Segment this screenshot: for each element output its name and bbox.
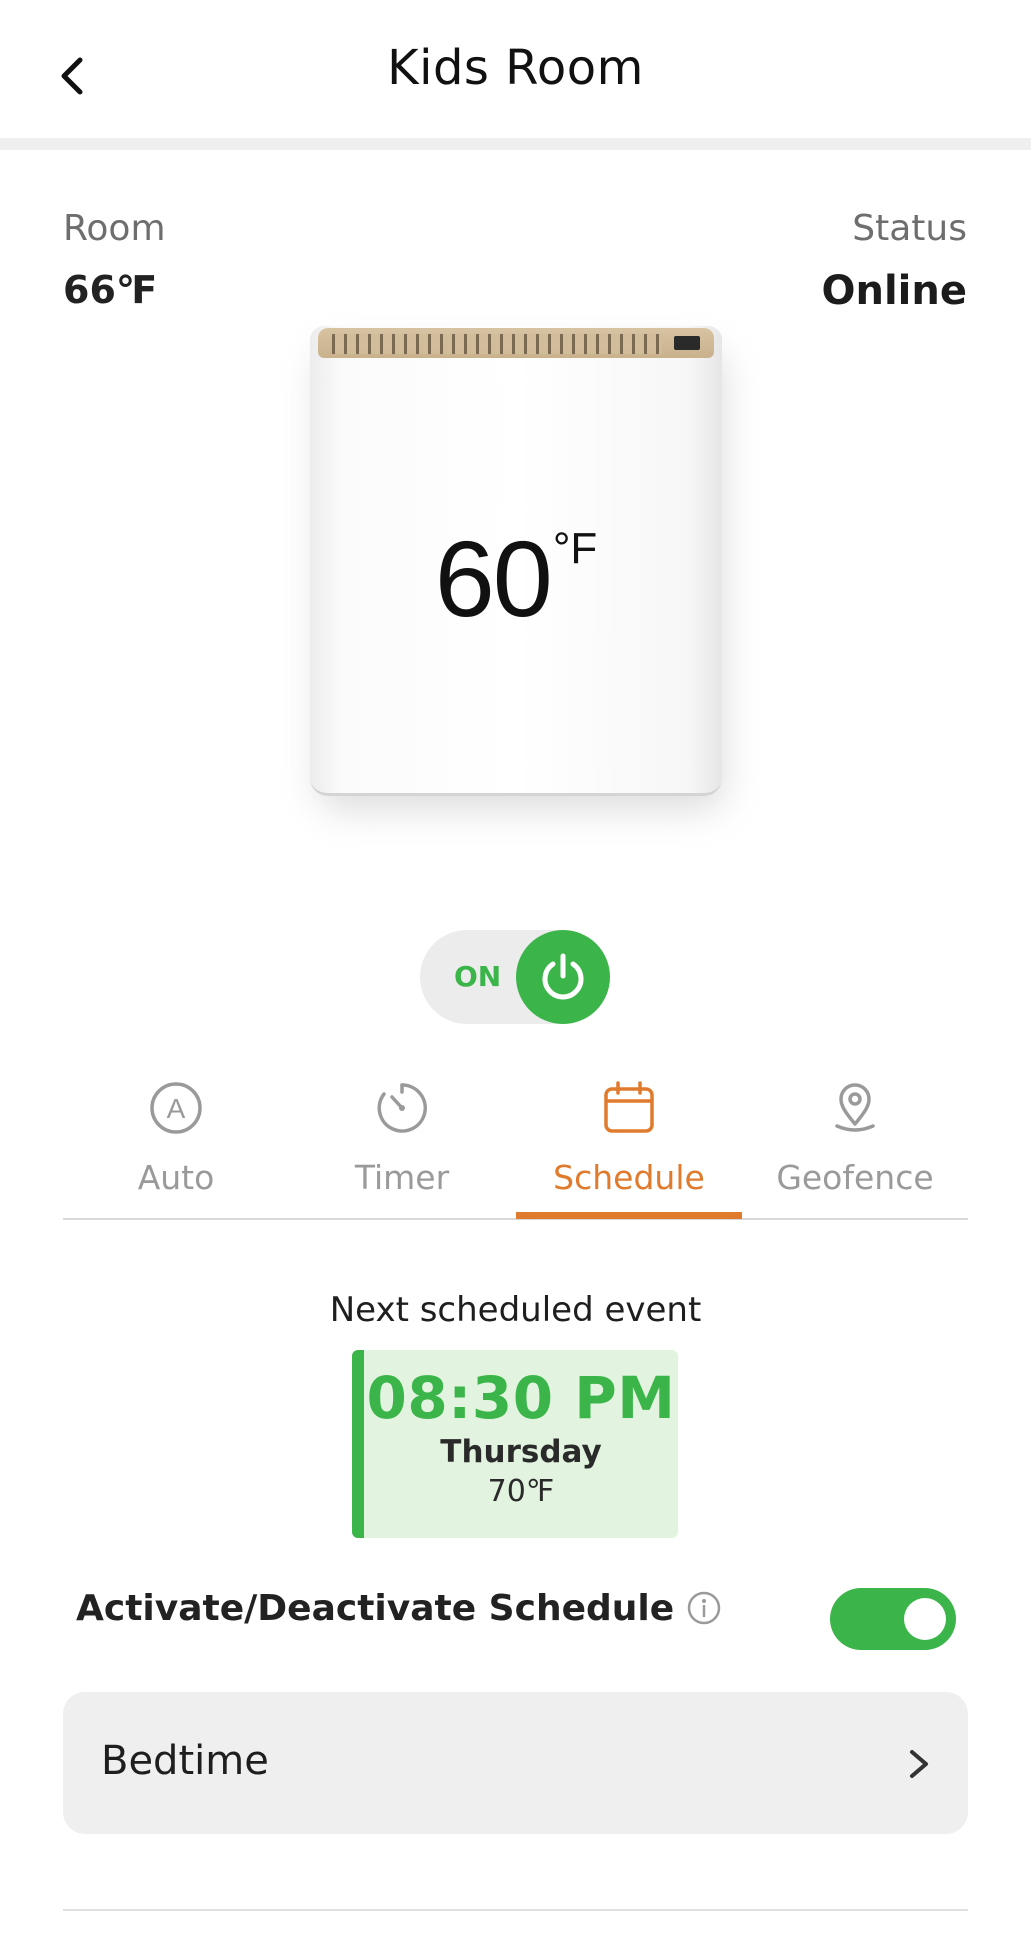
schedule-toggle-knob (904, 1598, 946, 1640)
power-state-label: ON (454, 960, 502, 993)
set-temperature-value: 60 (434, 518, 553, 639)
svg-text:A: A (167, 1093, 186, 1124)
heater-body: 60°F (310, 326, 722, 796)
next-event-time: 08:30 PM (366, 1364, 676, 1432)
tab-geofence[interactable]: Geofence (742, 1070, 968, 1218)
schedule-toggle-switch[interactable] (830, 1588, 956, 1650)
app-header: Kids Room (0, 0, 1031, 140)
room-temperature-label: Room (63, 208, 166, 249)
next-event-day: Thursday (440, 1434, 602, 1470)
tab-auto[interactable]: A Auto (63, 1070, 289, 1218)
power-toggle[interactable]: ON (420, 930, 610, 1024)
room-temperature-value: 66℉ (63, 268, 158, 312)
next-event-card: 08:30 PM Thursday 70℉ (352, 1350, 678, 1538)
tab-schedule[interactable]: Schedule (516, 1070, 742, 1218)
status-value: Online (821, 268, 967, 314)
tab-geofence-label: Geofence (776, 1158, 934, 1197)
tab-schedule-label: Schedule (553, 1158, 705, 1197)
auto-mode-icon: A (150, 1082, 202, 1134)
schedule-toggle-label: Activate/Deactivate Schedule (76, 1588, 675, 1629)
location-pin-icon (835, 1083, 875, 1132)
power-icon (542, 953, 584, 1000)
chevron-right-icon (910, 1750, 928, 1778)
calendar-icon (604, 1081, 654, 1133)
page-title: Kids Room (387, 40, 644, 96)
heater-image: 60°F (310, 326, 724, 810)
info-icon[interactable] (686, 1590, 722, 1626)
next-event-temperature: 70℉ (487, 1474, 555, 1509)
active-tab-indicator (516, 1212, 742, 1219)
timer-icon (377, 1083, 427, 1133)
mode-tabs: A Auto Timer Schedule Geofence (63, 1070, 968, 1220)
heater-top-grille (318, 328, 714, 358)
tab-auto-label: Auto (137, 1158, 215, 1197)
schedule-item-bedtime[interactable]: Bedtime (63, 1692, 968, 1834)
tab-timer-label: Timer (354, 1158, 450, 1197)
tab-timer[interactable]: Timer (289, 1070, 515, 1218)
heater-display (674, 336, 700, 350)
bottom-divider (63, 1909, 968, 1911)
status-label: Status (852, 208, 967, 249)
schedule-item-label: Bedtime (101, 1738, 269, 1784)
power-knob[interactable] (516, 930, 610, 1024)
next-event-title: Next scheduled event (329, 1290, 702, 1330)
heater-vent (332, 334, 662, 354)
set-temperature-display: 60°F (310, 516, 722, 641)
header-divider (0, 138, 1031, 150)
set-temperature-unit: °F (552, 524, 598, 573)
